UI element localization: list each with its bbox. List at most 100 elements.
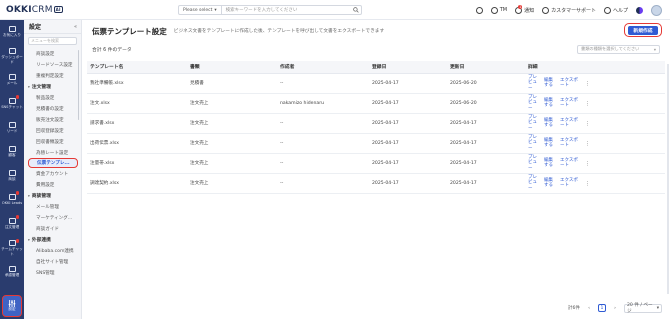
sidebar-search-input[interactable]: メニューを検索: [28, 37, 77, 45]
sidebar-item-quote[interactable]: 見積書の設定: [24, 103, 81, 114]
sidebar-item-fund-account[interactable]: 資金アカウント: [24, 168, 81, 179]
rail-item-sns[interactable]: SNSチャット: [0, 92, 24, 116]
sidebar-item-expense[interactable]: 費用設定: [24, 179, 81, 190]
help-button[interactable]: ヘルプ: [603, 6, 628, 14]
rail-item-team-chat[interactable]: チームチャット: [0, 236, 24, 260]
column-header-updated[interactable]: 更新日: [447, 61, 525, 74]
more-icon[interactable]: ⋮: [583, 181, 590, 187]
rail-item-customer[interactable]: 顧客: [0, 140, 24, 164]
sidebar-item-collection[interactable]: 回収登録設定: [24, 125, 81, 136]
caret-down-icon: ▾: [28, 237, 30, 242]
cell-creator: --: [277, 173, 369, 194]
search-input[interactable]: 検索キーワードを入力してください: [222, 7, 351, 13]
app-logo[interactable]: OKKI CRM AI: [0, 0, 63, 20]
avatar[interactable]: [651, 4, 662, 16]
cell-actions: プレビュー編集するエクスポート ⋮: [525, 73, 665, 94]
rail-item-dashboard[interactable]: ダッシュボード: [0, 44, 24, 68]
table-row: 注量帯.xlsx 注文売上 -- 2025-04-17 2025-04-17 プ…: [87, 153, 665, 174]
preview-link[interactable]: プレビュー: [528, 175, 541, 191]
export-link[interactable]: エクスポート: [560, 138, 580, 149]
sidebar-item-mail-management[interactable]: メール管理: [24, 201, 81, 212]
page-header: 伝票テンプレート設定 ビジネス文書をテンプレートに作成した後、テンプレートを呼び…: [82, 20, 670, 42]
settings-gear-button[interactable]: [475, 6, 483, 14]
sidebar-item-product[interactable]: 製品設定: [24, 92, 81, 103]
brand-switch-icon[interactable]: [636, 6, 643, 14]
cell-creator: --: [277, 133, 369, 154]
support-button[interactable]: カスタマーサポート: [542, 6, 596, 14]
sidebar-item-alibaba[interactable]: Alibaba.com連携: [24, 245, 81, 256]
export-link[interactable]: エクスポート: [560, 158, 580, 169]
edit-link[interactable]: 編集する: [544, 98, 557, 109]
preview-link[interactable]: プレビュー: [528, 135, 541, 151]
column-header-creator[interactable]: 作成者: [277, 61, 369, 74]
edit-link[interactable]: 編集する: [544, 178, 557, 189]
rail-item-okki-leads[interactable]: OKKI Leads: [0, 188, 24, 212]
rail-item-mail[interactable]: メール: [0, 68, 24, 92]
edit-link[interactable]: 編集する: [544, 118, 557, 129]
new-template-button[interactable]: 新規作成: [624, 23, 662, 37]
cell-updated: 2025-04-17: [447, 113, 525, 134]
approval-icon: [8, 266, 16, 273]
cell-actions: プレビュー編集するエクスポート ⋮: [525, 133, 665, 154]
column-header-name[interactable]: テンプレート名: [87, 61, 187, 74]
sidebar-item-collection-docs[interactable]: 回収書類設定: [24, 136, 81, 147]
collapse-sidebar-icon[interactable]: «: [74, 24, 77, 30]
sidebar-item-own-site[interactable]: 自社サイト管理: [24, 256, 81, 267]
sidebar-item-sales-order[interactable]: 販売注文設定: [24, 114, 81, 125]
column-header-document[interactable]: 書類: [187, 61, 277, 74]
rail-item-favorites[interactable]: お気に入り: [0, 20, 24, 44]
preview-link[interactable]: プレビュー: [528, 155, 541, 171]
sidebar-item-duplicate-check[interactable]: 重複判定設定: [24, 70, 81, 81]
column-header-created[interactable]: 登録日: [369, 61, 447, 74]
notification-button[interactable]: 1 通知: [515, 4, 534, 14]
sidebar-item-document-template[interactable]: 伝票テンプレ...: [28, 158, 78, 168]
more-icon[interactable]: ⋮: [583, 101, 590, 107]
export-link[interactable]: エクスポート: [560, 178, 580, 189]
more-icon[interactable]: ⋮: [583, 161, 590, 167]
sidebar-item-marketing[interactable]: マーケティング...: [24, 212, 81, 223]
cell-actions: プレビュー編集するエクスポート ⋮: [525, 113, 665, 134]
rail-item-lead[interactable]: リード: [0, 116, 24, 140]
more-icon[interactable]: ⋮: [583, 121, 590, 127]
sidebar-item-lead-source[interactable]: リードソース設定: [24, 59, 81, 70]
preview-link[interactable]: プレビュー: [528, 75, 541, 91]
export-link[interactable]: エクスポート: [560, 78, 580, 89]
export-link[interactable]: エクスポート: [560, 118, 580, 129]
top-bar: OKKI CRM AI Please select ▾ 検索キーワードを入力してくだ…: [0, 0, 670, 20]
sidebar-group-integration[interactable]: ▾ 外部連携: [24, 234, 81, 245]
cell-actions: プレビュー編集するエクスポート ⋮: [525, 93, 665, 114]
more-icon[interactable]: ⋮: [583, 81, 590, 87]
sidebar-group-order[interactable]: ▾ 注文管理: [24, 81, 81, 92]
table-scrollbar[interactable]: [667, 64, 669, 294]
preview-link[interactable]: プレビュー: [528, 95, 541, 111]
rail-item-settings[interactable]: 設定: [2, 295, 22, 317]
cell-document: 注文売上: [187, 173, 277, 194]
export-link[interactable]: エクスポート: [560, 98, 580, 109]
search-icon[interactable]: [351, 7, 361, 13]
prev-page-button[interactable]: ‹: [585, 304, 593, 312]
edit-link[interactable]: 編集する: [544, 138, 557, 149]
rail-item-deal[interactable]: 商談: [0, 164, 24, 188]
sidebar-item-sns-management[interactable]: SNS管理: [24, 267, 81, 278]
cell-updated: 2025-06-20: [447, 93, 525, 114]
search-scope-select[interactable]: Please select ▾: [179, 6, 222, 14]
sidebar-item-deal-settings[interactable]: 商談設定: [24, 48, 81, 59]
next-page-button[interactable]: ›: [611, 304, 619, 312]
preview-link[interactable]: プレビュー: [528, 115, 541, 131]
more-icon[interactable]: ⋮: [583, 141, 590, 147]
rail-label: ダッシュボード: [1, 55, 23, 64]
global-search[interactable]: Please select ▾ 検索キーワードを入力してください: [178, 5, 362, 15]
edit-link[interactable]: 編集する: [544, 158, 557, 169]
sidebar-scrollbar[interactable]: [77, 50, 79, 120]
edit-link[interactable]: 編集する: [544, 78, 557, 89]
tm-label: TM: [499, 7, 508, 13]
sidebar-item-deal-guide[interactable]: 商談ガイド: [24, 223, 81, 234]
sidebar-item-exchange-rate[interactable]: 為替レート設定: [24, 147, 81, 158]
document-type-select[interactable]: 書類の種類を選択してください ▾: [577, 44, 660, 54]
page-number-button[interactable]: 1: [598, 304, 606, 312]
tm-button[interactable]: TM: [490, 6, 508, 14]
rail-item-approval[interactable]: 承認管理: [0, 260, 24, 284]
page-size-select[interactable]: 20 件 / ページ ▾: [624, 303, 662, 314]
sidebar-group-deal-management[interactable]: ▾ 商談管理: [24, 190, 81, 201]
rail-item-order[interactable]: 注文管理: [0, 212, 24, 236]
